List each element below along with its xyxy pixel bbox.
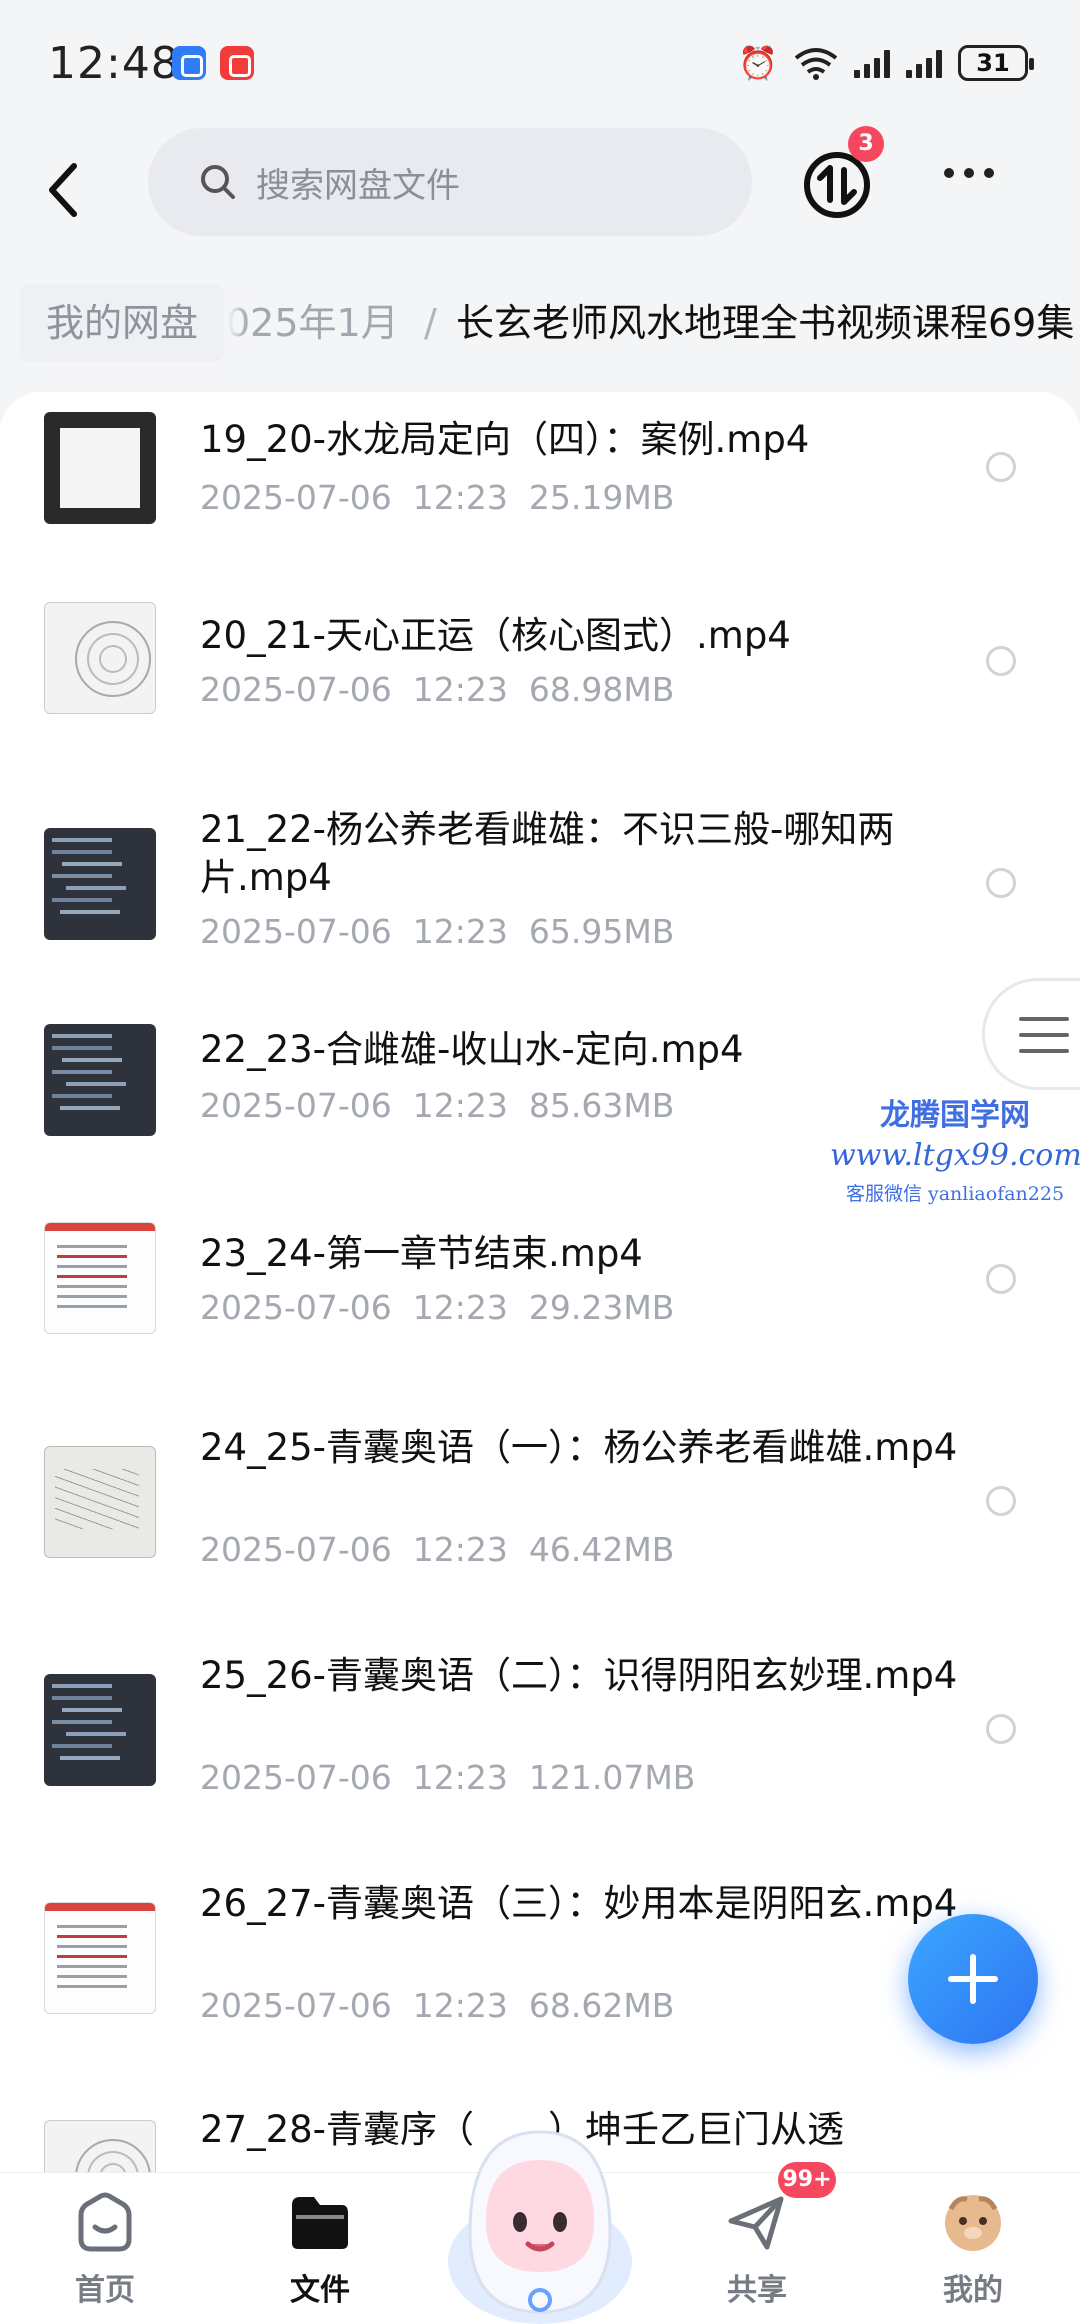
file-row[interactable]: 21_22-杨公养老看雌雄：不识三般-哪知两片.mp4 2025-07-06 1… [0,792,1080,972]
nav-label: 我的 [943,2273,1003,2308]
breadcrumb-current: 长玄老师风水地理全书视频课程69集 [456,301,1075,345]
breadcrumb: 025年1月 / 长玄老师风水地理全书视频课程69集 我的网盘 [0,280,1080,370]
video-thumbnail [44,1024,156,1136]
select-radio[interactable] [986,646,1016,676]
signal-icon [854,48,890,78]
nav-files[interactable]: 文件 [245,2191,395,2309]
nav-home[interactable]: 首页 [30,2191,180,2309]
file-title: 20_21-天心正运（核心图式）.mp4 [200,614,791,657]
file-meta: 2025-07-06 12:23 121.07MB [200,1758,696,1797]
video-thumbnail [44,1674,156,1786]
breadcrumb-root[interactable]: 我的网盘 [20,284,225,362]
file-title: 26_27-青囊奥语（三）：妙用本是阴阳玄.mp4 [200,1882,958,1925]
signal-icon [906,48,942,78]
file-row[interactable]: 20_21-天心正运（核心图式）.mp4 2025-07-06 12:23 68… [0,582,1080,714]
search-placeholder: 搜索网盘文件 [256,165,460,206]
video-thumbnail [44,412,156,524]
file-row[interactable]: 24_25-青囊奥语（一）：杨公养老看雌雄.mp4 2025-07-06 12:… [0,1412,1080,1592]
select-radio[interactable] [986,868,1016,898]
wifi-icon [794,48,838,80]
select-radio[interactable] [986,452,1016,482]
video-thumbnail [44,1222,156,1334]
search-icon [201,165,235,199]
nav-me[interactable]: 我的 [898,2191,1048,2309]
alarm-icon: ⏰ [738,44,778,82]
share-badge: 99+ [778,2162,836,2198]
video-thumbnail [44,1902,156,2014]
file-meta: 2025-07-06 12:23 25.19MB [200,478,675,517]
send-icon [728,2196,784,2250]
breadcrumb-item[interactable]: 025年1月 [226,284,399,362]
watermark: 龙腾国学网 www.ltgx99.com 客服微信 yanliaofan225 [830,1090,1080,1206]
file-meta: 2025-07-06 12:23 46.42MB [200,1530,675,1569]
top-bar: 搜索网盘文件 3 [0,120,1080,245]
file-title: 24_25-青囊奥语（一）：杨公养老看雌雄.mp4 [200,1426,958,1469]
app-notification-icon [172,46,206,80]
nav-label: 文件 [290,2273,350,2308]
file-row[interactable]: 25_26-青囊奥语（二）：识得阴阳玄妙理.mp4 2025-07-06 12:… [0,1640,1080,1820]
folder-icon [292,2197,348,2249]
video-thumbnail [44,2120,156,2172]
back-icon[interactable] [40,160,90,220]
home-icon [78,2192,132,2252]
status-time: 12:48 [48,38,180,89]
video-thumbnail [44,602,156,714]
watermark-line: 客服微信 yanliaofan225 [845,1183,1065,1205]
add-button[interactable] [908,1914,1038,2044]
file-title: 23_24-第一章节结束.mp4 [200,1232,643,1275]
watermark-line: www.ltgx99.com [830,1138,1080,1173]
video-thumbnail [44,1446,156,1558]
transfer-badge: 3 [848,126,884,162]
file-meta: 2025-07-06 12:23 85.63MB [200,1086,675,1125]
mascot-assistant-icon[interactable] [440,2112,640,2324]
file-row[interactable]: 19_20-水龙局定向（四）：案例.mp4 2025-07-06 12:23 2… [0,392,1080,524]
nav-label: 共享 [727,2273,787,2308]
more-menu-icon[interactable] [944,168,994,178]
file-meta: 2025-07-06 12:23 68.98MB [200,670,675,709]
file-title: 25_26-青囊奥语（二）：识得阴阳玄妙理.mp4 [200,1654,958,1697]
status-bar: 12:48 ⏰ 31 [0,0,1080,120]
file-meta: 2025-07-06 12:23 29.23MB [200,1288,675,1327]
file-list: 19_20-水龙局定向（四）：案例.mp4 2025-07-06 12:23 2… [0,392,1080,2172]
file-title: 21_22-杨公养老看雌雄：不识三般-哪知两片.mp4 [200,808,895,899]
file-meta: 2025-07-06 12:23 68.62MB [200,1986,675,2025]
file-title: 22_23-合雌雄-收山水-定向.mp4 [200,1028,744,1071]
file-meta: 2025-07-06 12:23 65.95MB [200,912,675,951]
app-notification-icon [220,46,254,80]
breadcrumb-separator: / [424,301,437,345]
avatar [945,2195,1001,2251]
select-radio[interactable] [986,1714,1016,1744]
nav-label: 首页 [75,2273,135,2308]
video-thumbnail [44,828,156,940]
search-input[interactable]: 搜索网盘文件 [148,128,752,236]
battery-icon: 31 [958,45,1034,81]
select-radio[interactable] [986,1486,1016,1516]
nav-share[interactable]: 共享 [682,2191,832,2309]
file-title: 19_20-水龙局定向（四）：案例.mp4 [200,418,810,461]
watermark-line: 龙腾国学网 [880,1098,1030,1133]
select-radio[interactable] [986,1264,1016,1294]
file-row[interactable]: 23_24-第一章节结束.mp4 2025-07-06 12:23 29.23M… [0,1202,1080,1334]
